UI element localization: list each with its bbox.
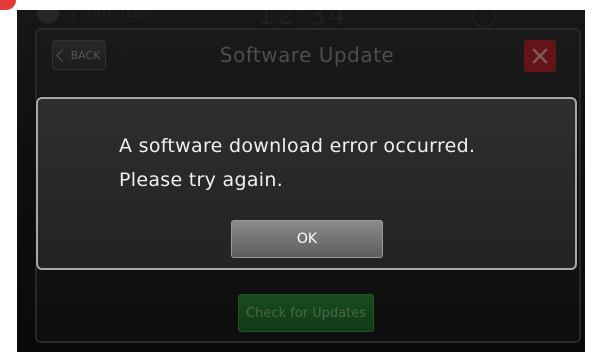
dialog-message: A software download error occurred. Plea… [119, 129, 539, 197]
dialog-message-line1: A software download error occurred. [119, 135, 476, 157]
head-unit-screen: OUT TEMP 12:34 BACK Software Update Chec… [17, 10, 585, 352]
dialog-message-line2: Please try again. [119, 169, 284, 191]
corner-mark [0, 0, 16, 10]
ok-button[interactable]: OK [231, 220, 383, 258]
error-dialog: A software download error occurred. Plea… [36, 97, 577, 270]
